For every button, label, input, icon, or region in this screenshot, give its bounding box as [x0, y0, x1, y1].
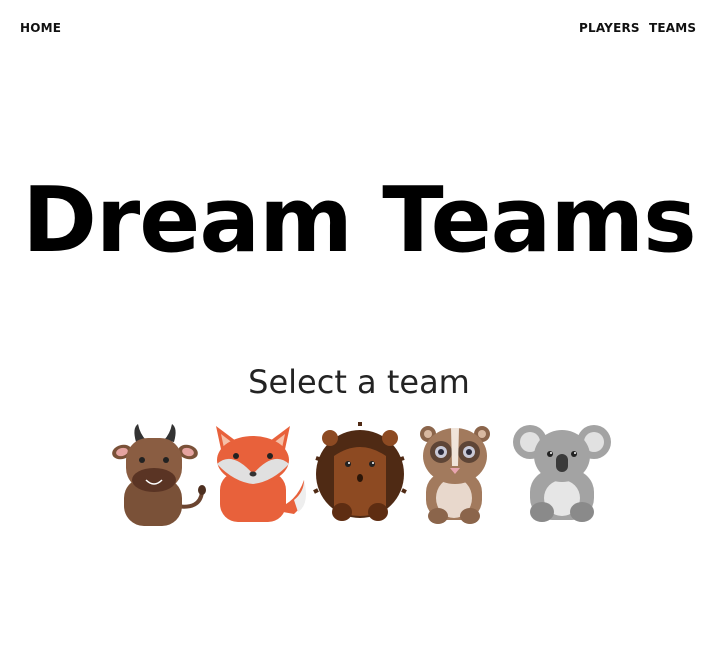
select-team-heading: Select a team — [0, 362, 718, 402]
koala-icon — [513, 425, 611, 522]
team-lemur-button[interactable] — [412, 420, 512, 530]
bull-icon — [112, 424, 206, 526]
nav-players-link[interactable]: PLAYERS — [579, 21, 640, 35]
fox-icon — [216, 426, 306, 522]
team-koala-button[interactable] — [512, 420, 612, 530]
page-title: Dream Teams — [22, 168, 697, 273]
team-mascot-list — [112, 420, 612, 530]
nav-home-link[interactable]: HOME — [20, 21, 61, 35]
team-bull-button[interactable] — [112, 420, 212, 530]
team-fox-button[interactable] — [212, 420, 312, 530]
hedgehog-icon — [313, 422, 407, 521]
lemur-icon — [420, 426, 490, 524]
select-team-heading-text: Select a team — [248, 363, 470, 401]
top-nav: HOME PLAYERS TEAMS — [0, 0, 718, 56]
nav-teams-link[interactable]: TEAMS — [649, 21, 696, 35]
team-hedgehog-button[interactable] — [312, 420, 412, 530]
